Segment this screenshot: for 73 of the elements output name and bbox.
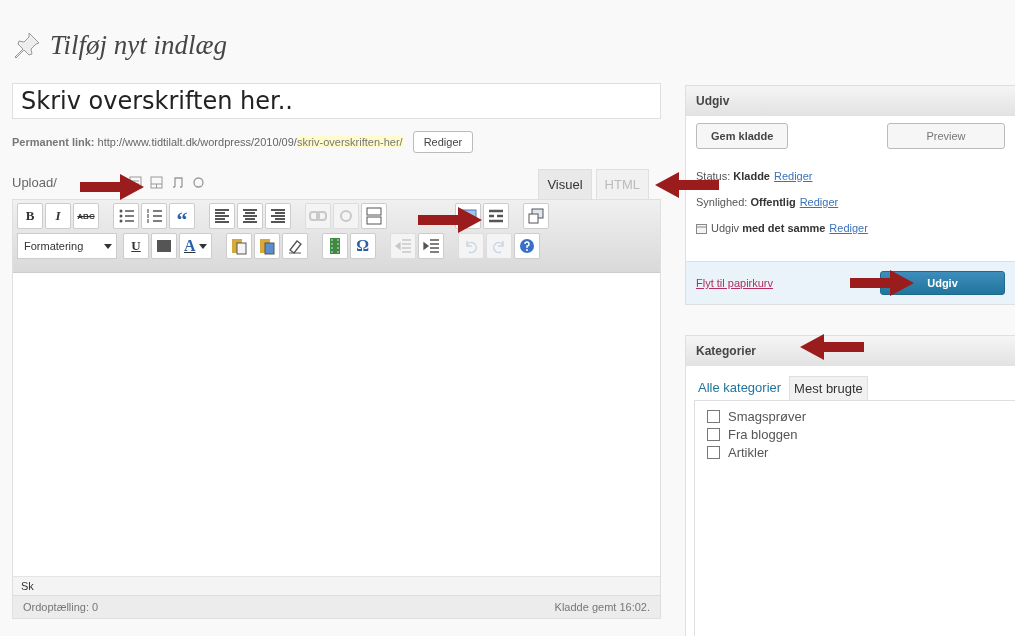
- toolbar-button[interactable]: [151, 233, 177, 259]
- trash-link[interactable]: Flyt til papirkurv: [696, 277, 774, 289]
- save-draft-button[interactable]: Gem kladde: [696, 123, 789, 149]
- toolbar-button[interactable]: U: [123, 233, 149, 259]
- publish-setting: Synlighed: Offentlig: [696, 196, 796, 208]
- toolbar-button[interactable]: [253, 233, 280, 259]
- toolbar-button[interactable]: [483, 203, 509, 229]
- calendar-icon: [696, 222, 707, 234]
- edit-link[interactable]: Rediger: [774, 170, 813, 182]
- music-icon[interactable]: [170, 176, 184, 189]
- panel-title: Udgiv: [686, 86, 1015, 116]
- toolbar-button[interactable]: I: [45, 203, 71, 229]
- windows-icon: [527, 207, 545, 225]
- checkbox[interactable]: [707, 428, 720, 441]
- edit-link[interactable]: Rediger: [829, 222, 868, 234]
- toolbar-button[interactable]: [113, 203, 139, 229]
- toolbar-button[interactable]: [209, 203, 235, 229]
- upload-label: Upload/: [12, 175, 57, 192]
- category-label: Artikler: [728, 445, 769, 460]
- panel-title: Kategorier: [686, 336, 1015, 366]
- toolbar-button[interactable]: Ω: [349, 233, 376, 259]
- preview-button[interactable]: Preview: [887, 123, 1005, 149]
- pushpin-icon: [12, 30, 42, 60]
- caret-icon: [198, 243, 207, 249]
- toolbar-button[interactable]: [225, 233, 252, 259]
- category-tab[interactable]: Alle kategorier: [694, 376, 786, 400]
- toolbar-button[interactable]: [265, 203, 291, 229]
- checkbox[interactable]: [707, 446, 720, 459]
- video-icon[interactable]: [149, 176, 163, 189]
- annotation-arrow: [800, 334, 864, 360]
- category-tab[interactable]: Mest brugte: [789, 376, 868, 400]
- publish-setting: Udgiv med det samme: [711, 222, 826, 234]
- toolbar-button[interactable]: “: [169, 203, 195, 229]
- caret-icon: [104, 243, 112, 249]
- align-center-icon: [241, 207, 259, 225]
- page-break-icon: [365, 207, 383, 225]
- bullet-list-icon: [117, 207, 135, 225]
- format-dropdown[interactable]: Formatering: [17, 233, 117, 259]
- outdent-icon: [393, 237, 412, 255]
- autosave-status: Kladde gemt 16:02.: [554, 601, 650, 613]
- category-label: Smagsprøver: [728, 409, 807, 424]
- toolbar-button[interactable]: [237, 203, 263, 229]
- toolbar-button[interactable]: [281, 233, 308, 259]
- toolbar-button[interactable]: [513, 233, 540, 259]
- annotation-arrow: [850, 270, 914, 296]
- edit-permalink-button[interactable]: Rediger: [412, 131, 474, 153]
- paste-text-icon: [229, 237, 248, 255]
- paste-word-icon: [257, 237, 276, 255]
- indent-icon: [421, 237, 440, 255]
- toolbar-button[interactable]: B: [17, 203, 43, 229]
- category-label: Fra bloggen: [728, 427, 798, 442]
- edit-link[interactable]: Rediger: [799, 196, 839, 208]
- page-title: Tilføj nyt indlæg: [50, 29, 228, 61]
- checkbox[interactable]: [707, 410, 720, 423]
- annotation-arrow: [80, 174, 144, 200]
- numbered-list-icon: [145, 207, 163, 225]
- help-icon: [517, 237, 536, 255]
- toolbar-button[interactable]: [141, 203, 167, 229]
- toolbar-button[interactable]: [417, 233, 444, 259]
- toolbar-button[interactable]: [321, 233, 348, 259]
- square-icon: [155, 237, 173, 255]
- element-path: Sk: [13, 576, 660, 595]
- editor-tab[interactable]: Visuel: [538, 169, 592, 199]
- align-left-icon: [213, 207, 231, 225]
- toolbar-toggle-icon: [487, 207, 505, 225]
- publish-setting: Status: Kladde: [696, 170, 770, 182]
- permalink-text: Permanent link: http://www.tidtilalt.dk/wordpress/2010/09/skriv-overskriften-her/: [12, 136, 403, 148]
- media-icon[interactable]: [191, 176, 205, 189]
- text-color-button[interactable]: A: [179, 233, 212, 259]
- title-field[interactable]: Skriv overskriften her..: [12, 83, 661, 119]
- align-right-icon: [269, 207, 287, 225]
- toolbar-button[interactable]: ABC: [73, 203, 99, 229]
- word-count: Ordoptælling: 0: [23, 601, 99, 613]
